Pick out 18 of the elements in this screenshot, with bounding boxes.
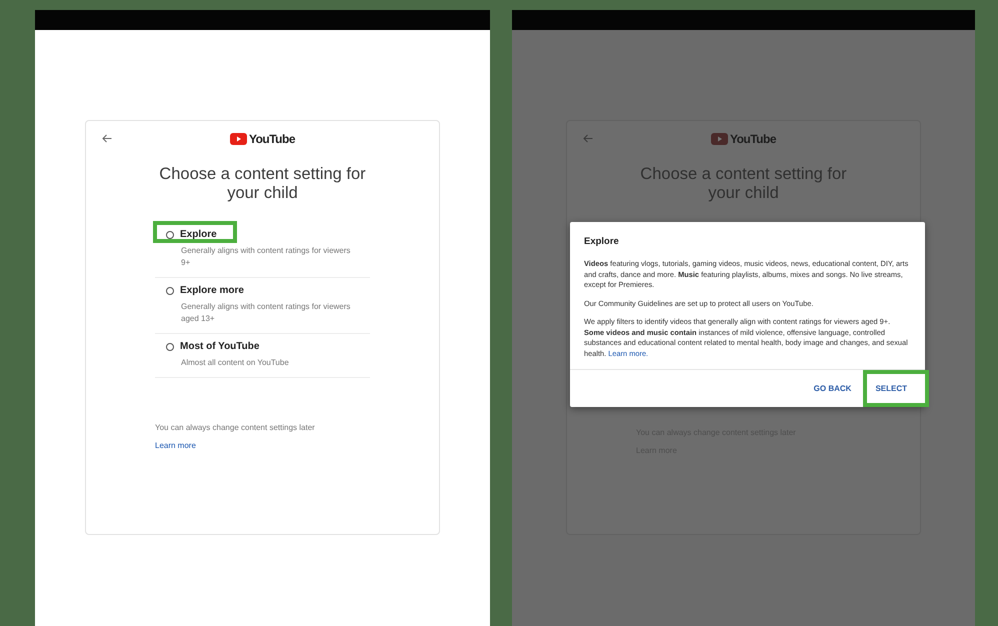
radio-button[interactable] <box>166 230 174 238</box>
dialog-button[interactable]: SELECT <box>867 378 915 399</box>
page-title: Choose a content setting for your child <box>158 165 367 203</box>
logo-wordmark: YouTube <box>248 132 296 146</box>
learn-more-link[interactable]: Learn more <box>155 441 370 450</box>
content-option[interactable]: Most of YouTube Almost all content on YouTube <box>155 334 370 378</box>
content-option[interactable]: Explore more Generally aligns with content ratings for viewers aged 13+ <box>155 278 370 334</box>
radio-button[interactable] <box>166 342 174 350</box>
dialog-title: Explore <box>583 235 620 249</box>
play-logo-icon <box>230 133 247 145</box>
footer-note: You can always change content settings later <box>155 423 316 432</box>
dialog-button[interactable]: GO BACK <box>806 378 860 399</box>
logo-wordmark: YouTube <box>730 132 776 146</box>
content-option[interactable]: Explore Generally aligns with content ratings for viewers 9+ <box>155 222 370 278</box>
back-arrow-icon[interactable] <box>102 134 112 143</box>
radio-button[interactable] <box>166 286 174 294</box>
play-logo-icon <box>710 133 728 145</box>
page-title: Choose a content setting for your child <box>639 165 848 203</box>
